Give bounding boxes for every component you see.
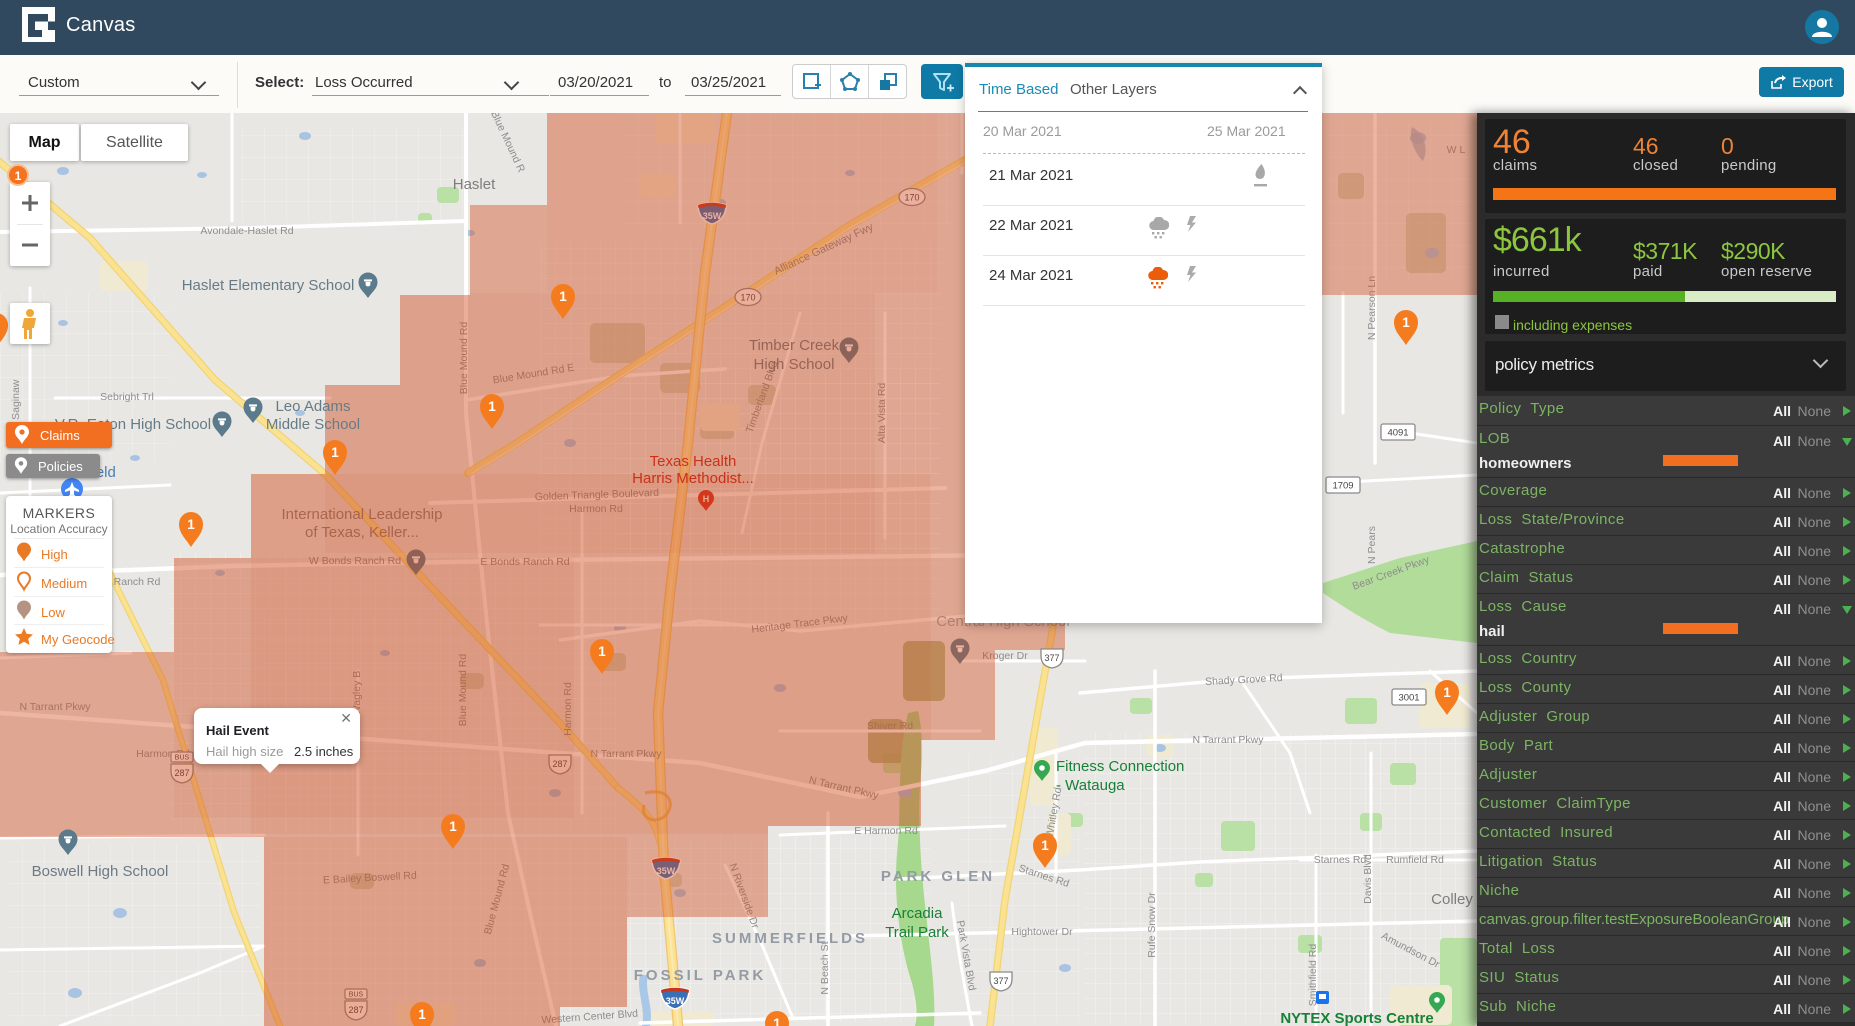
svg-text:Avondale-Haslet Rd: Avondale-Haslet Rd <box>200 225 293 237</box>
svg-text:N Pears: N Pears <box>1366 526 1378 564</box>
svg-text:Fitness Connection: Fitness Connection <box>1056 758 1184 775</box>
svg-text:3001: 3001 <box>1398 693 1419 704</box>
svg-text:Davis Blvd: Davis Blvd <box>1362 854 1374 904</box>
svg-text:Hightower Dr: Hightower Dr <box>1011 926 1073 938</box>
svg-text:377: 377 <box>1044 653 1059 663</box>
svg-text:Colley: Colley <box>1431 891 1473 908</box>
svg-text:Middle School: Middle School <box>266 416 360 433</box>
svg-text:Arcadia: Arcadia <box>892 905 944 922</box>
svg-text:N Beach St: N Beach St <box>819 941 831 994</box>
svg-text:Haslet: Haslet <box>453 176 496 193</box>
svg-text:Rufe Snow Dr: Rufe Snow Dr <box>1146 892 1158 958</box>
svg-text:377: 377 <box>993 976 1008 986</box>
svg-text:Sebright Trl: Sebright Trl <box>100 391 154 403</box>
svg-text:Haslet Elementary School: Haslet Elementary School <box>182 277 355 294</box>
svg-text:SUMMERFIELDS: SUMMERFIELDS <box>712 930 868 947</box>
svg-text:FOSSIL PARK: FOSSIL PARK <box>634 967 766 984</box>
svg-text:PARK GLEN: PARK GLEN <box>881 868 995 885</box>
svg-text:35W: 35W <box>666 996 685 1006</box>
svg-text:Starnes Rd: Starnes Rd <box>1314 854 1367 866</box>
svg-text:- Watauga: - Watauga <box>1056 777 1125 794</box>
svg-text:E Harmon Rd: E Harmon Rd <box>854 825 918 837</box>
svg-text:1709: 1709 <box>1332 481 1353 492</box>
svg-text:NYTEX Sports Centre: NYTEX Sports Centre <box>1280 1010 1433 1026</box>
svg-text:Rumfield Rd: Rumfield Rd <box>1386 854 1444 866</box>
svg-text:N Tarrant Pkwy: N Tarrant Pkwy <box>1193 734 1265 746</box>
svg-text:Trail Park: Trail Park <box>885 924 949 941</box>
svg-text:Leo Adams: Leo Adams <box>275 398 350 415</box>
svg-text:4091: 4091 <box>1387 428 1408 439</box>
svg-text:Boswell High School: Boswell High School <box>32 863 169 880</box>
